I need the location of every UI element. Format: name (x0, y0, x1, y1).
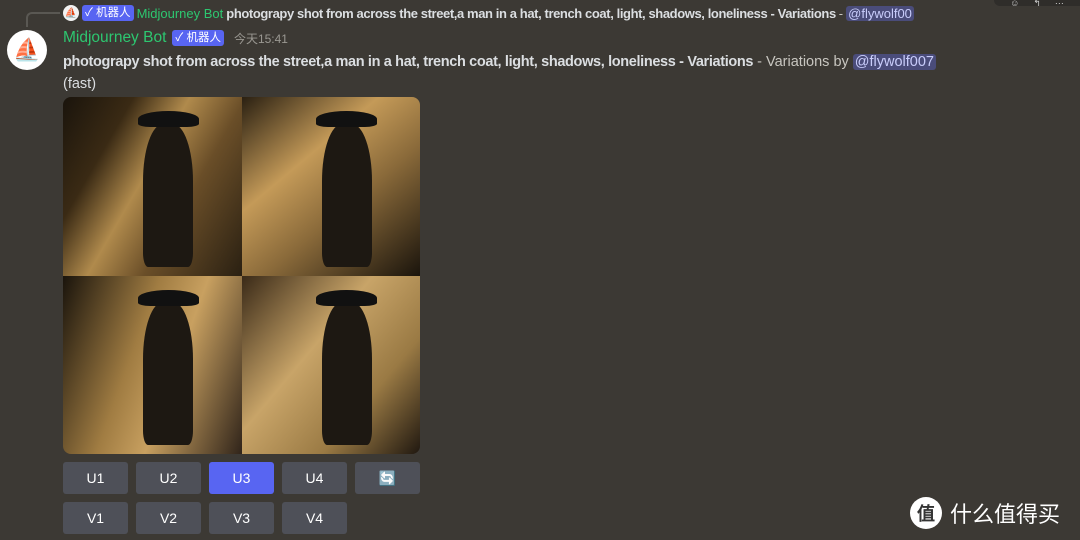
message-toolbar[interactable]: ☺ ↰ ⋯ (994, 0, 1080, 6)
figure-shape (321, 302, 372, 446)
mode-text: (fast) (63, 76, 97, 92)
v4-button[interactable]: V4 (282, 502, 347, 534)
reply-avatar-icon: ⛵ (63, 5, 79, 21)
more-icon[interactable]: ⋯ (1055, 0, 1064, 6)
reply-icon[interactable]: ↰ (1033, 0, 1041, 6)
upscale-buttons: U1 U2 U3 U4 🔄 (63, 462, 1075, 494)
reply-mention[interactable]: @flywolf00 (846, 5, 914, 21)
bot-badge: ✓ 机器人 (172, 30, 224, 46)
figure-shape (143, 302, 194, 446)
hat-shape (137, 111, 199, 128)
figure-shape (321, 123, 372, 267)
bot-avatar[interactable]: ⛵ (7, 30, 47, 70)
reply-spine (26, 12, 60, 27)
watermark-text: 什么值得买 (950, 502, 1061, 527)
reply-author[interactable]: Midjourney Bot (137, 6, 224, 21)
timestamp: 今天15:41 (233, 31, 288, 46)
reply-bot-badge: ✓ 机器人 (82, 5, 134, 21)
image-4[interactable] (241, 275, 420, 454)
hat-shape (316, 289, 378, 306)
v2-button[interactable]: V2 (136, 502, 201, 534)
image-3[interactable] (63, 275, 242, 454)
hat-shape (316, 111, 378, 128)
hat-shape (137, 289, 199, 306)
message-body: photograpy shot from across the street,a… (63, 51, 1075, 534)
emoji-icon[interactable]: ☺ (1010, 0, 1019, 6)
reroll-button[interactable]: 🔄 (355, 462, 420, 494)
user-mention[interactable]: @flywolf007 (852, 54, 936, 70)
v3-button[interactable]: V3 (209, 502, 274, 534)
author-name[interactable]: Midjourney Bot (63, 29, 166, 47)
u3-button[interactable]: U3 (209, 462, 274, 494)
message-content: photograpy shot from across the street,a… (63, 51, 1075, 95)
figure-shape (143, 123, 194, 267)
refresh-icon: 🔄 (378, 469, 397, 486)
u2-button[interactable]: U2 (136, 462, 201, 494)
v1-button[interactable]: V1 (63, 502, 128, 534)
watermark-logo-icon: 值 (910, 497, 942, 529)
u1-button[interactable]: U1 (63, 462, 128, 494)
reply-preview[interactable]: ⛵ ✓ 机器人 Midjourney Bot photograpy shot f… (63, 4, 914, 22)
prompt-text: photograpy shot from across the street,a… (63, 54, 754, 70)
u4-button[interactable]: U4 (282, 462, 347, 494)
watermark: 值 什么值得买 (910, 497, 1060, 529)
image-1[interactable] (63, 97, 242, 276)
image-2[interactable] (241, 97, 420, 276)
image-grid[interactable] (63, 97, 420, 454)
reply-sep: - (838, 5, 844, 21)
reply-prompt: photograpy shot from across the street,a… (226, 5, 836, 21)
variations-by: - Variations by (753, 54, 853, 70)
